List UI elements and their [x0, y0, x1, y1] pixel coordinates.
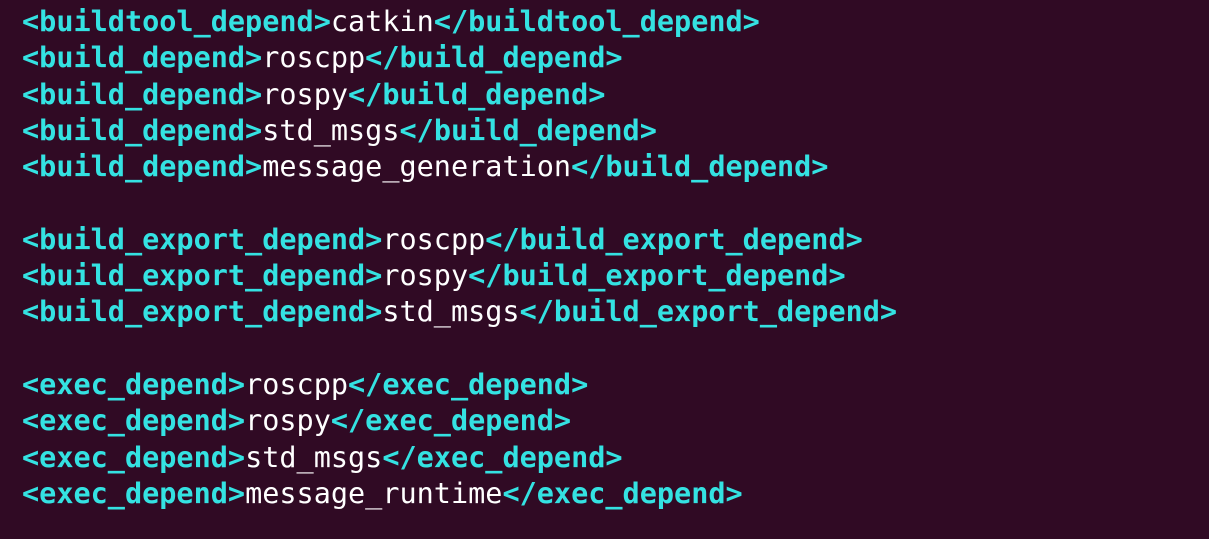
code-line: <build_export_depend>roscpp</build_expor… — [22, 222, 1209, 258]
open-tag: <build_depend> — [22, 113, 263, 147]
close-tag: </build_depend> — [348, 77, 606, 111]
code-line: <exec_depend>roscpp</exec_depend> — [22, 367, 1209, 403]
tag-value: message_generation — [262, 150, 572, 184]
open-tag: <exec_depend> — [22, 404, 246, 438]
code-line: <exec_depend>rospy</exec_depend> — [22, 403, 1209, 439]
open-tag: <build_depend> — [22, 77, 263, 111]
tag-value: std_msgs — [262, 113, 400, 147]
close-tag: </build_depend> — [399, 113, 657, 147]
close-tag: </build_export_depend> — [468, 259, 846, 293]
code-line: <build_export_depend>rospy</build_export… — [22, 258, 1209, 294]
code-line: <build_depend>rospy</build_depend> — [22, 77, 1209, 113]
tag-value: std_msgs — [382, 295, 520, 329]
open-tag: <exec_depend> — [22, 440, 246, 474]
tag-value: message_runtime — [245, 476, 503, 510]
close-tag: </exec_depend> — [382, 440, 623, 474]
tag-value: rospy — [382, 259, 469, 293]
code-line: <buildtool_depend>catkin</buildtool_depe… — [22, 4, 1209, 40]
open-tag: <build_depend> — [22, 41, 263, 75]
open-tag: <build_export_depend> — [22, 222, 383, 256]
terminal-text-area[interactable]: <buildtool_depend>catkin</buildtool_depe… — [0, 0, 1209, 539]
code-line: <build_export_depend>std_msgs</build_exp… — [22, 294, 1209, 330]
code-line: <exec_depend>message_runtime</exec_depen… — [22, 476, 1209, 512]
open-tag: <build_export_depend> — [22, 295, 383, 329]
close-tag: </exec_depend> — [330, 404, 572, 438]
tag-value: std_msgs — [245, 440, 383, 474]
code-line: <exec_depend>std_msgs</exec_depend> — [22, 440, 1209, 476]
code-line: <build_depend>roscpp</build_depend> — [22, 40, 1209, 76]
open-tag: <exec_depend> — [22, 367, 246, 401]
open-tag: <buildtool_depend> — [22, 5, 331, 38]
tag-value: roscpp — [382, 222, 486, 256]
close-tag: </build_depend> — [571, 150, 829, 184]
tag-value: roscpp — [245, 367, 349, 401]
tag-value: roscpp — [262, 41, 366, 75]
code-line: <build_depend>std_msgs</build_depend> — [22, 113, 1209, 149]
tag-value: rospy — [262, 77, 349, 111]
tag-value: catkin — [330, 5, 434, 38]
close-tag: </exec_depend> — [502, 476, 743, 510]
tag-value: rospy — [245, 404, 331, 438]
open-tag: <exec_depend> — [22, 476, 246, 510]
close-tag: </build_depend> — [365, 41, 623, 75]
close-tag: </build_export_depend> — [519, 295, 898, 329]
close-tag: </build_export_depend> — [485, 222, 863, 256]
close-tag: </buildtool_depend> — [433, 5, 760, 38]
close-tag: </exec_depend> — [348, 367, 589, 401]
code-line: <build_depend>message_generation</build_… — [22, 149, 1209, 185]
open-tag: <build_depend> — [22, 150, 263, 184]
open-tag: <build_export_depend> — [22, 259, 383, 293]
